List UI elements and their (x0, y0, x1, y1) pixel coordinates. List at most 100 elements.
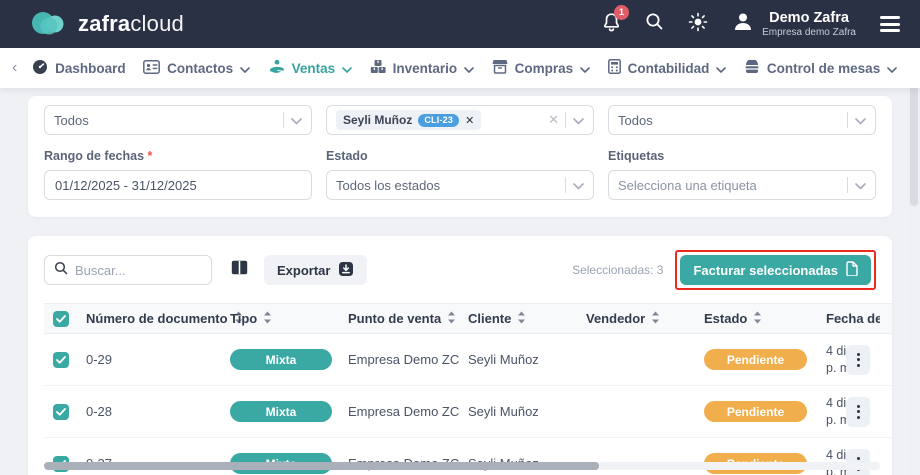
nav-scroll-left-icon[interactable]: ‹ (6, 59, 23, 77)
nav-item-inventario[interactable]: Inventario (370, 59, 475, 77)
columns-toggle-button[interactable] (224, 255, 254, 285)
column-header-fecha-emision[interactable]: Fecha de emisión (818, 311, 880, 326)
notification-badge: 1 (614, 4, 630, 20)
estado-badge: Pendiente (704, 401, 807, 422)
estado-select[interactable]: Todos los estados (326, 170, 594, 200)
select-all-checkbox[interactable] (53, 310, 69, 327)
highlight-box: Facturar seleccionadas (675, 250, 876, 290)
theme-toggle-button[interactable] (688, 12, 708, 37)
search-button[interactable] (645, 12, 664, 36)
table-header-row: Número de documento Tipo Punto de venta … (44, 303, 892, 334)
row-actions-kebab-icon[interactable] (846, 344, 870, 375)
date-range-input[interactable]: 01/12/2025 - 31/12/2025 (44, 170, 312, 200)
dashboard-icon (32, 59, 48, 78)
clear-selection-icon[interactable]: ✕ (548, 112, 559, 128)
chevron-down-icon (342, 61, 352, 76)
brand-name: zafracloud (78, 11, 184, 36)
client-code-badge: CLI-23 (418, 113, 460, 127)
search-field (44, 255, 212, 285)
doc-number: 0-29 (86, 352, 113, 367)
estado-label: Estado (326, 149, 368, 163)
selected-count-label: Seleccionadas: 3 (572, 263, 664, 277)
date-range-label: Rango de fechas * (44, 149, 153, 163)
row-actions-kebab-icon[interactable] (846, 396, 870, 427)
sort-icon (517, 311, 526, 327)
sort-icon (753, 311, 762, 327)
cliente: Seyli Muñoz (468, 352, 539, 367)
brand-logo[interactable]: zafracloud (30, 9, 184, 40)
filters-panel: Todos Seyli Muñoz CLI-23 ✕ ✕ Todos Rango… (28, 96, 892, 217)
invoice-document-icon (846, 261, 858, 279)
sort-icon (651, 311, 660, 327)
chevron-down-icon (855, 178, 866, 193)
documents-table: Número de documento Tipo Punto de venta … (44, 303, 892, 475)
inventory-icon (370, 59, 386, 77)
vertical-scrollbar[interactable] (907, 48, 920, 475)
nav-item-dashboard[interactable]: Dashboard (32, 59, 126, 78)
purchases-icon (492, 59, 508, 77)
punto-de-venta: Empresa Demo ZC (348, 404, 460, 419)
nav-item-control-de-mesas[interactable]: Control de mesas (744, 58, 898, 77)
column-header-vendedor[interactable]: Vendedor (578, 311, 696, 327)
punto-de-venta: Empresa Demo ZC (348, 352, 460, 367)
table-row[interactable]: 0-29 Mixta Empresa Demo ZC Seyli Muñoz P… (44, 334, 892, 386)
column-header-tipo[interactable]: Tipo (222, 311, 340, 327)
horizontal-scrollbar[interactable] (44, 462, 880, 470)
documents-panel: Exportar Seleccionadas: 3 Facturar selec… (28, 236, 892, 475)
client-select[interactable]: Seyli Muñoz CLI-23 ✕ ✕ (326, 105, 594, 135)
export-button[interactable]: Exportar (264, 255, 368, 285)
sort-icon (447, 311, 456, 327)
user-menu[interactable]: Demo Zafra Empresa demo Zafra (732, 9, 856, 40)
user-avatar-icon (732, 11, 754, 38)
document-type-select[interactable]: Todos (44, 105, 312, 135)
chevron-down-icon (464, 61, 474, 76)
sort-icon (263, 311, 272, 327)
chevron-down-icon (291, 113, 302, 128)
notifications-button[interactable]: 1 (602, 4, 630, 37)
search-input[interactable] (75, 262, 202, 278)
pos-select[interactable]: Todos (608, 105, 876, 135)
search-icon (645, 12, 664, 36)
nav-item-compras[interactable]: Compras (492, 59, 591, 77)
row-checkbox[interactable] (53, 403, 69, 420)
column-header-documento[interactable]: Número de documento (78, 311, 242, 327)
app-header: zafracloud 1 Demo Zafra Empresa demo Zaf… (0, 0, 920, 48)
horizontal-scrollbar-thumb[interactable] (44, 462, 599, 470)
cliente: Seyli Muñoz (468, 404, 539, 419)
chevron-down-icon (887, 61, 898, 76)
accounting-icon (607, 59, 621, 77)
tipo-badge: Mixta (230, 349, 332, 370)
chevron-down-icon (240, 61, 250, 76)
column-header-estado[interactable]: Estado (696, 311, 818, 327)
chevron-down-icon (573, 178, 584, 193)
etiquetas-label: Etiquetas (608, 149, 665, 163)
chevron-down-icon (573, 113, 584, 128)
client-chip: Seyli Muñoz CLI-23 ✕ (336, 110, 482, 130)
nav-item-ventas[interactable]: Ventas (268, 59, 353, 77)
user-company: Empresa demo Zafra (762, 26, 856, 38)
doc-number: 0-28 (86, 404, 113, 419)
column-header-punto-de-venta[interactable]: Punto de venta (340, 311, 460, 327)
contacts-icon (143, 59, 161, 77)
nav-item-contactos[interactable]: Contactos (143, 59, 250, 77)
etiquetas-select[interactable]: Selecciona una etiqueta (608, 170, 876, 200)
nav-item-contabilidad[interactable]: Contabilidad (607, 59, 727, 77)
hamburger-menu-icon[interactable] (880, 16, 900, 32)
columns-icon (231, 260, 248, 280)
invoice-selected-button[interactable]: Facturar seleccionadas (680, 255, 871, 285)
user-name: Demo Zafra (769, 9, 849, 26)
chevron-down-icon (855, 113, 866, 128)
search-icon (54, 261, 68, 280)
main-nav: ‹ Dashboard Contactos Ventas Inventario … (0, 48, 920, 88)
tables-icon (744, 58, 760, 77)
cloud-logo-icon (30, 9, 70, 40)
chip-remove-icon[interactable]: ✕ (465, 114, 474, 127)
row-checkbox[interactable] (53, 351, 69, 368)
table-row[interactable]: 0-28 Mixta Empresa Demo ZC Seyli Muñoz P… (44, 386, 892, 438)
column-header-cliente[interactable]: Cliente (460, 311, 578, 327)
estado-badge: Pendiente (704, 349, 807, 370)
tipo-badge: Mixta (230, 401, 332, 422)
sun-icon (688, 12, 708, 37)
chevron-down-icon (716, 61, 727, 76)
sales-icon (268, 59, 285, 77)
